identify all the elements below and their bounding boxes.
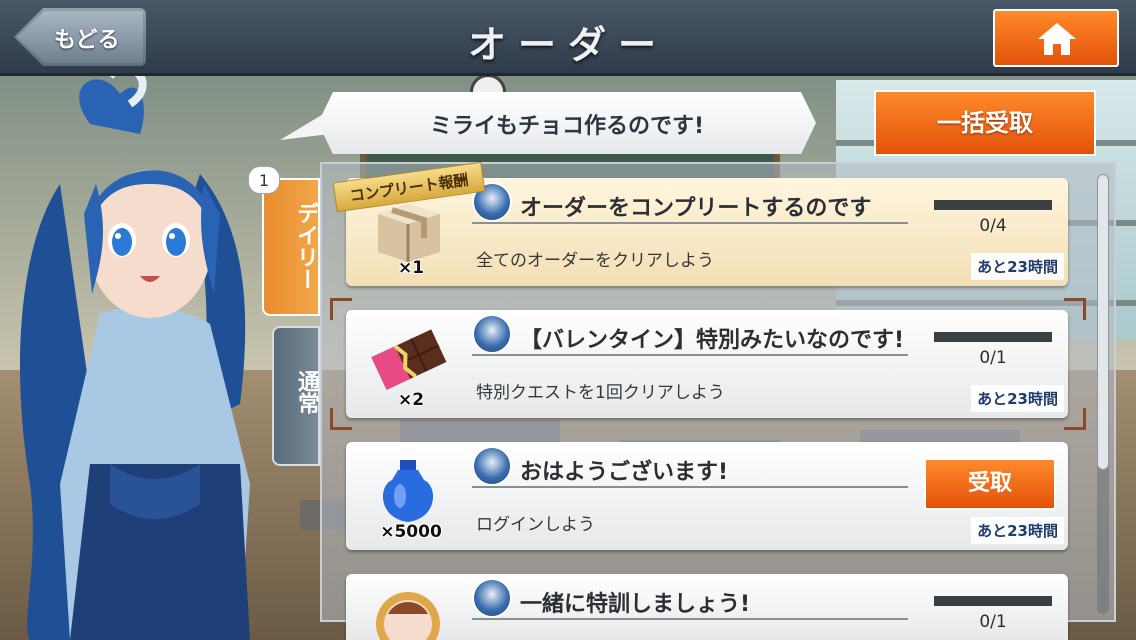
speech-bubble: ミライもチョコ作るのです! <box>280 92 816 154</box>
character-avatar-icon <box>472 578 512 618</box>
reward-quantity: ×1 <box>397 258 425 278</box>
home-button[interactable] <box>993 9 1119 67</box>
progress-count: 0/1 <box>979 348 1007 368</box>
character-illustration <box>20 64 250 640</box>
time-remaining: あと23時間 <box>971 253 1064 280</box>
time-remaining: あと23時間 <box>971 517 1064 544</box>
order-card-valentine[interactable]: ×2 【バレンタイン】特別みたいなのです! 特別クエストを1回クリアしよう 0/… <box>346 310 1068 418</box>
progress-bar <box>934 596 1052 606</box>
progress-count: 0/4 <box>979 216 1007 236</box>
reward-quantity: ×5000 <box>380 522 442 542</box>
tab-daily[interactable]: デイリー <box>262 178 320 316</box>
order-card-login[interactable]: ×5000 おはようございます! ログインしよう 受取 あと23時間 <box>346 442 1068 550</box>
character-avatar-icon <box>472 314 512 354</box>
order-card-training[interactable]: 一緒に特訓しましょう! 0/1 <box>346 574 1068 640</box>
progress-count: 0/1 <box>979 612 1007 632</box>
order-title: 【バレンタイン】特別みたいなのです! <box>520 328 905 353</box>
reward-quantity: ×2 <box>397 390 425 410</box>
order-description: 全てのオーダーをクリアしよう <box>476 251 714 271</box>
bulk-claim-button[interactable]: 一括受取 <box>874 90 1096 156</box>
tab-normal[interactable]: 通常 <box>272 326 320 466</box>
order-title: オーダーをコンプリートするのです <box>520 196 872 221</box>
order-description: 特別クエストを1回クリアしよう <box>476 383 725 403</box>
blue-potion-icon <box>382 460 434 522</box>
home-icon <box>1038 23 1076 55</box>
scrollbar-thumb[interactable] <box>1097 174 1109 470</box>
order-description: ログインしよう <box>476 515 595 535</box>
progress-bar <box>934 200 1052 210</box>
progress-bar <box>934 332 1052 342</box>
speech-bubble-text: ミライもチョコ作るのです! <box>429 114 705 139</box>
daily-count-badge: 1 <box>248 166 280 194</box>
chocolate-bar-icon <box>371 329 447 390</box>
claim-button[interactable]: 受取 <box>924 458 1056 510</box>
page-title: オーダー <box>467 23 668 67</box>
time-remaining: あと23時間 <box>971 385 1064 412</box>
character-avatar-icon <box>472 446 512 486</box>
order-title: おはようございます! <box>520 460 729 485</box>
character-medal-icon <box>376 592 440 640</box>
order-title: 一緒に特訓しましょう! <box>520 592 751 617</box>
